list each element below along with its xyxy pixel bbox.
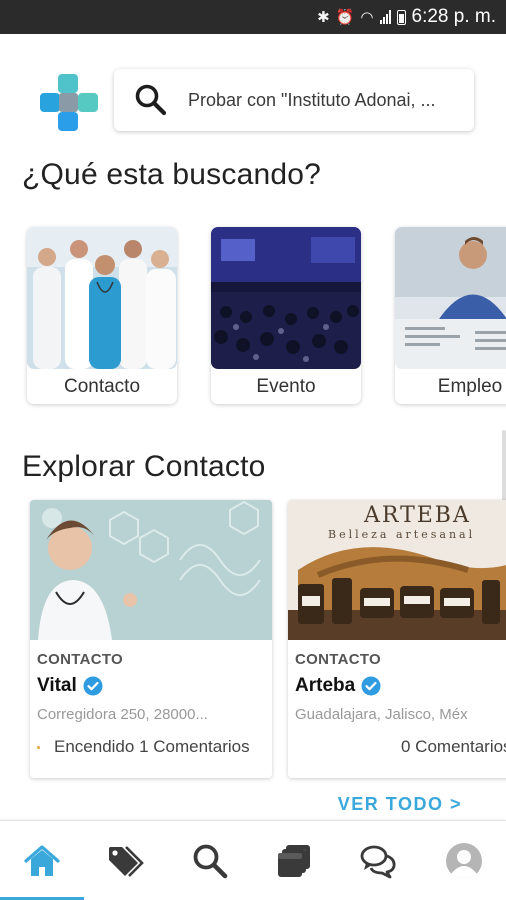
listing-name-text: Vital — [37, 675, 77, 696]
listing-name: Arteba — [295, 675, 381, 697]
alarm-icon: ⏰ — [335, 9, 355, 26]
home-icon — [24, 845, 60, 876]
image-brand-text: ARTEBA — [363, 503, 471, 528]
doctor-image — [30, 500, 272, 640]
nav-home[interactable] — [22, 841, 62, 881]
nav-listings[interactable] — [274, 841, 314, 881]
search-bar[interactable] — [114, 69, 474, 131]
listings-icon — [278, 845, 310, 877]
profile-icon — [446, 843, 482, 879]
bottom-navigation — [0, 820, 506, 900]
search-icon — [135, 84, 167, 116]
category-carousel[interactable]: Contacto Evento Empleo — [0, 224, 506, 409]
verified-icon — [83, 676, 103, 696]
battery-icon — [396, 9, 406, 25]
tags-icon — [109, 846, 144, 877]
explore-title: Explorar Contacto — [22, 450, 266, 483]
app-logo — [40, 74, 98, 131]
category-card-evento[interactable]: Evento — [211, 227, 361, 404]
explore-carousel[interactable]: CONTACTO Vital Corregidora 250, 28000...… — [0, 498, 506, 788]
signal-icon — [379, 10, 391, 24]
nav-search[interactable] — [190, 841, 230, 881]
status-bar: ✱ ⏰ ◠ 6:28 p. m. — [0, 0, 506, 34]
listing-meta-text: Encendido 1 Comentarios — [54, 737, 250, 756]
listing-card-vital[interactable]: CONTACTO Vital Corregidora 250, 28000...… — [30, 500, 272, 778]
category-label: Empleo — [437, 375, 503, 397]
nav-profile[interactable] — [444, 841, 484, 881]
event-hall-image — [211, 227, 361, 369]
category-label: Evento — [256, 375, 316, 397]
status-time: 6:28 p. m. — [411, 6, 497, 27]
image-tagline-text: Belleza artesanal — [328, 528, 475, 541]
category-label: Contacto — [63, 375, 141, 397]
wifi-icon: ◠ — [360, 9, 374, 26]
nav-tags[interactable] — [106, 841, 146, 881]
categories-title: ¿Qué esta buscando? — [22, 158, 321, 191]
listing-address: Guadalajara, Jalisco, Méx — [295, 706, 468, 723]
listing-address: Corregidora 250, 28000... — [37, 706, 208, 723]
medical-team-image — [27, 227, 177, 369]
category-card-contacto[interactable]: Contacto — [27, 227, 177, 404]
listing-name: Vital — [37, 675, 103, 697]
see-all-link[interactable]: VER TODO > — [338, 794, 462, 815]
job-seeker-image — [395, 227, 506, 369]
listing-card-arteba[interactable]: ARTEBA Belleza artesanal CONTACTO Arteba… — [288, 500, 506, 778]
listing-type: CONTACTO — [37, 651, 124, 668]
bluetooth-icon: ✱ — [317, 9, 330, 26]
listing-meta: Encendido 1 Comentarios — [37, 737, 250, 757]
verified-icon — [361, 676, 381, 696]
search-icon — [193, 844, 228, 879]
arteba-products-image: ARTEBA Belleza artesanal — [288, 500, 506, 640]
status-dot — [37, 746, 40, 750]
listing-name-text: Arteba — [295, 675, 356, 696]
nav-chat[interactable] — [358, 841, 398, 881]
category-card-empleo[interactable]: Empleo — [395, 227, 506, 404]
search-input[interactable] — [188, 89, 460, 111]
chat-icon — [360, 845, 396, 879]
listing-meta: 0 Comentarios — [401, 737, 506, 756]
listing-type: CONTACTO — [295, 651, 382, 668]
